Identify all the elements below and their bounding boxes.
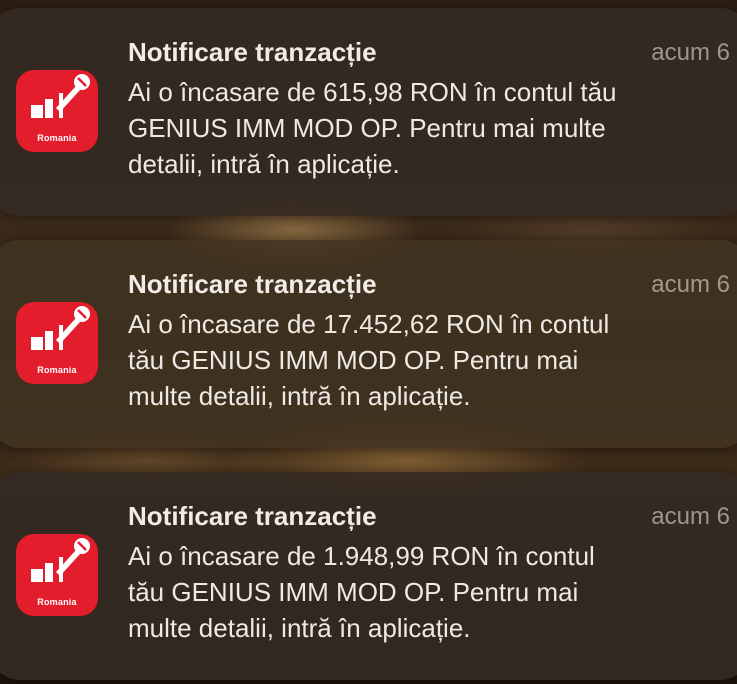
icon-brand-label: Romania [37,133,77,143]
notification-body-line: multe detalii, intră în aplicație. [128,381,471,411]
notification-title: Notificare tranzacție [128,37,377,67]
notification-body: Ai o încasare de 1.948,99 RON în contul … [128,538,737,646]
notification-body-line: tău GENIUS IMM MOD OP. Pentru mai [128,577,579,607]
notification-card[interactable]: Romania Notificare tranzacție acum 6 Ai … [0,240,737,448]
notification-body-line: Ai o încasare de 1.948,99 RON în contul [128,541,595,571]
notification-time: acum 6 [651,39,730,66]
notification-body-line: Ai o încasare de 17.452,62 RON în contul [128,309,610,339]
notification-body-line: detalii, intră în aplicație. [128,149,400,179]
raiffeisen-app-icon: Romania [16,302,98,384]
notification-card[interactable]: Romania Notificare tranzacție acum 6 Ai … [0,8,737,216]
notification-body-line: multe detalii, intră în aplicație. [128,613,471,643]
notification-time: acum 6 [651,271,730,298]
notification-time: acum 6 [651,503,730,530]
notification-body: Ai o încasare de 17.452,62 RON în contul… [128,306,737,414]
notification-card[interactable]: Romania Notificare tranzacție acum 6 Ai … [0,472,737,680]
notification-body-line: GENIUS IMM MOD OP. Pentru mai multe [128,113,606,143]
icon-brand-label: Romania [37,597,77,607]
notification-body: Ai o încasare de 615,98 RON în contul tă… [128,74,737,182]
notification-body-line: Ai o încasare de 615,98 RON în contul tă… [128,77,617,107]
notification-body-line: tău GENIUS IMM MOD OP. Pentru mai [128,345,579,375]
raiffeisen-app-icon: Romania [16,70,98,152]
icon-brand-label: Romania [37,365,77,375]
raiffeisen-app-icon: Romania [16,534,98,616]
notification-title: Notificare tranzacție [128,501,377,531]
notification-title: Notificare tranzacție [128,269,377,299]
